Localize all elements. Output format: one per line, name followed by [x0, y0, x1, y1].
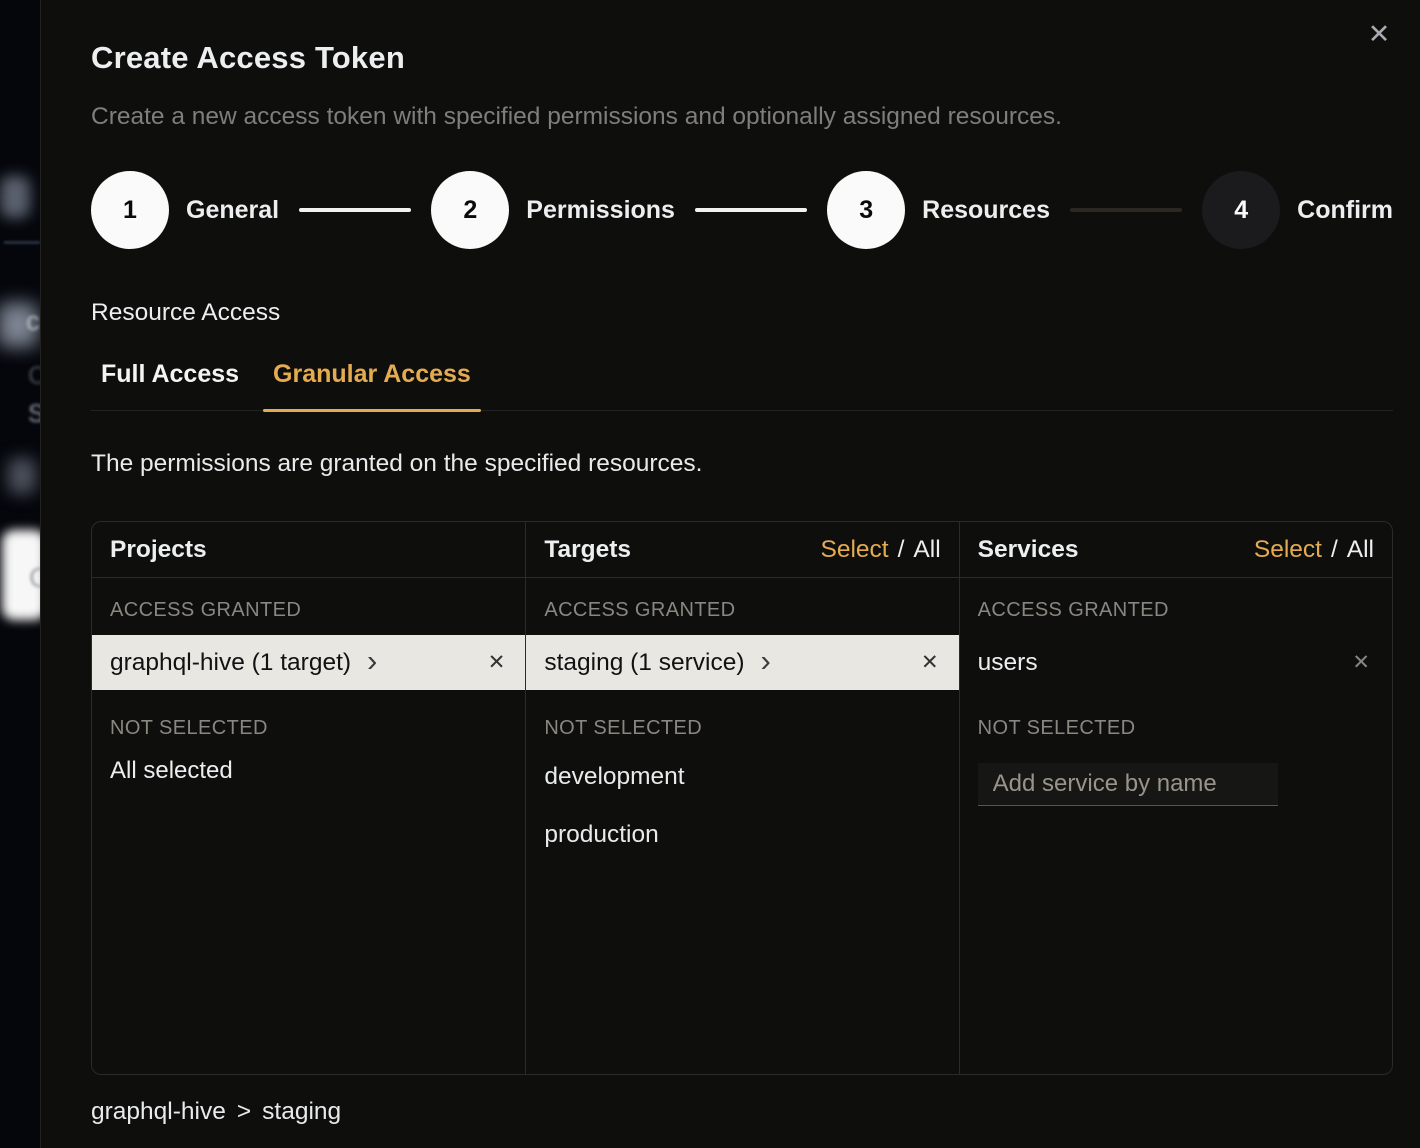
- not-selected-label: NOT SELECTED: [960, 690, 1392, 748]
- backdrop-text-fragment: S: [28, 400, 40, 429]
- step-number-circle: 4: [1202, 171, 1280, 249]
- breadcrumb: graphql-hive > staging: [91, 1098, 1392, 1126]
- background-page: c C S C: [0, 0, 40, 1148]
- not-selected-label: NOT SELECTED: [92, 690, 525, 748]
- backdrop-text-fragment: C: [28, 362, 40, 391]
- projects-column: Projects ACCESS GRANTED graphql-hive (1 …: [92, 522, 525, 1074]
- step-connector: [299, 208, 411, 212]
- step-permissions[interactable]: 2 Permissions: [431, 171, 675, 249]
- modal-title: Create Access Token: [91, 0, 1392, 76]
- create-access-token-modal: ✕ Create Access Token Create a new acces…: [40, 0, 1420, 1148]
- tab-granular-access[interactable]: Granular Access: [263, 360, 481, 410]
- step-general[interactable]: 1 General: [91, 171, 279, 249]
- resource-access-tabs: Full Access Granular Access: [91, 360, 1393, 411]
- granted-project-row[interactable]: graphql-hive (1 target) › ✕: [92, 635, 525, 690]
- resource-selection-table: Projects ACCESS GRANTED graphql-hive (1 …: [91, 521, 1393, 1075]
- access-granted-label: ACCESS GRANTED: [526, 578, 958, 635]
- step-number-circle: 2: [431, 171, 509, 249]
- backdrop-text-fragment: c: [26, 306, 40, 337]
- services-select-links: Select / All: [1254, 536, 1374, 564]
- resource-access-heading: Resource Access: [91, 299, 1392, 327]
- target-option-production[interactable]: production: [526, 806, 958, 864]
- backdrop-divider: [4, 241, 40, 244]
- granted-service-name: users: [978, 649, 1038, 677]
- backdrop-blob: [0, 176, 30, 218]
- breadcrumb-separator: >: [237, 1098, 251, 1126]
- step-label: Permissions: [526, 196, 675, 225]
- step-label: General: [186, 196, 279, 225]
- services-column-title: Services: [978, 536, 1079, 564]
- access-granted-label: ACCESS GRANTED: [960, 578, 1392, 635]
- granted-target-name: staging (1 service): [544, 649, 744, 677]
- step-number-circle: 3: [827, 171, 905, 249]
- target-option-development[interactable]: development: [526, 748, 958, 806]
- tab-full-access[interactable]: Full Access: [91, 360, 249, 410]
- services-column: Services Select / All ACCESS GRANTED use…: [959, 522, 1392, 1074]
- services-select-link[interactable]: Select: [1254, 536, 1322, 564]
- breadcrumb-project: graphql-hive: [91, 1098, 226, 1126]
- remove-service-button[interactable]: ✕: [1352, 650, 1370, 675]
- targets-select-links: Select / All: [821, 536, 941, 564]
- add-service-input[interactable]: [978, 763, 1278, 806]
- modal-subtitle: Create a new access token with specified…: [91, 103, 1392, 131]
- step-resources[interactable]: 3 Resources: [827, 171, 1050, 249]
- step-label: Resources: [922, 196, 1050, 225]
- step-connector: [695, 208, 807, 212]
- targets-all-link[interactable]: All: [913, 536, 940, 564]
- projects-all-selected-note: All selected: [92, 748, 525, 794]
- chevron-right-icon: ›: [367, 651, 377, 675]
- not-selected-label: NOT SELECTED: [526, 690, 958, 748]
- select-separator: /: [1331, 536, 1338, 564]
- step-connector: [1070, 208, 1182, 212]
- services-all-link[interactable]: All: [1347, 536, 1374, 564]
- chevron-right-icon: ›: [761, 651, 771, 675]
- backdrop-text-fragment: C: [29, 562, 40, 594]
- granted-project-name: graphql-hive (1 target): [110, 649, 351, 677]
- step-label: Confirm: [1297, 196, 1393, 225]
- projects-column-title: Projects: [110, 536, 207, 564]
- targets-column-title: Targets: [544, 536, 631, 564]
- step-number-circle: 1: [91, 171, 169, 249]
- granular-access-description: The permissions are granted on the speci…: [91, 450, 1392, 478]
- remove-project-button[interactable]: ✕: [488, 650, 506, 675]
- granted-service-row: users ✕: [960, 635, 1392, 690]
- targets-column: Targets Select / All ACCESS GRANTED stag…: [525, 522, 958, 1074]
- targets-column-header: Targets Select / All: [526, 522, 958, 578]
- remove-target-button[interactable]: ✕: [921, 650, 939, 675]
- targets-select-link[interactable]: Select: [821, 536, 889, 564]
- wizard-stepper: 1 General 2 Permissions 3 Resources 4 Co…: [91, 171, 1393, 249]
- close-icon[interactable]: ✕: [1360, 14, 1398, 52]
- backdrop-blob: [8, 458, 36, 494]
- select-separator: /: [898, 536, 905, 564]
- granted-target-row[interactable]: staging (1 service) › ✕: [526, 635, 958, 690]
- projects-column-header: Projects: [92, 522, 525, 578]
- services-column-header: Services Select / All: [960, 522, 1392, 578]
- breadcrumb-target: staging: [262, 1098, 341, 1126]
- step-confirm[interactable]: 4 Confirm: [1202, 171, 1393, 249]
- access-granted-label: ACCESS GRANTED: [92, 578, 525, 635]
